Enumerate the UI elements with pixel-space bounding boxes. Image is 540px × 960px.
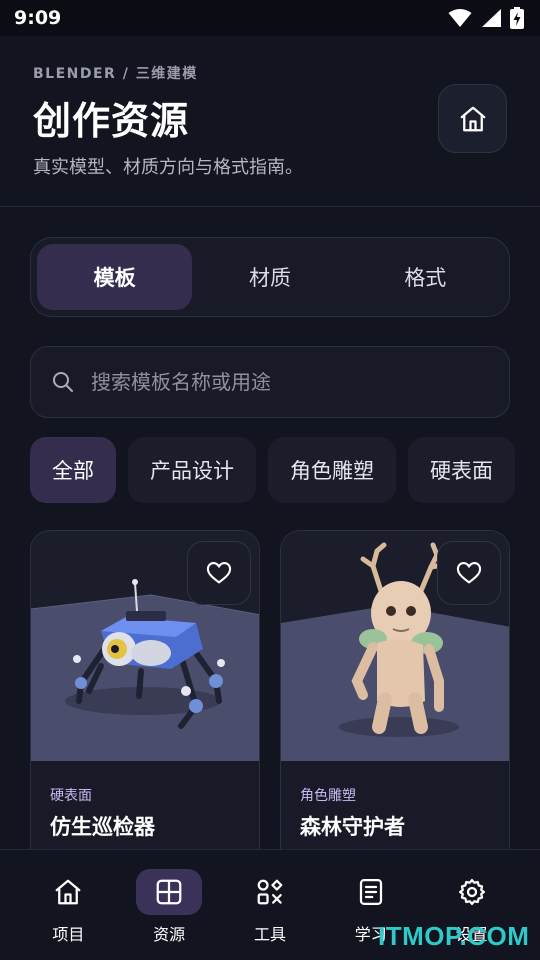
nav-label: 工具: [253, 925, 286, 944]
status-icons: [448, 7, 524, 29]
card-title: 森林守护者: [300, 815, 405, 839]
document-icon: [359, 879, 382, 905]
header: BLENDER / 三维建模 创作资源 真实模型、材质方向与格式指南。: [0, 36, 540, 207]
nav-item-resources[interactable]: 资源: [124, 850, 214, 960]
favorite-button[interactable]: [187, 541, 251, 605]
card-category: 硬表面: [50, 788, 92, 804]
chip-hard-surface[interactable]: 硬表面: [408, 437, 515, 503]
watermark: ITMOP.COM: [378, 921, 530, 951]
tab-materials[interactable]: 材质: [192, 244, 347, 310]
chip-character-sculpt[interactable]: 角色雕塑: [268, 437, 396, 503]
nav-item-tools[interactable]: 工具: [225, 850, 315, 960]
card-category: 角色雕塑: [300, 788, 356, 804]
search-bar[interactable]: [30, 346, 510, 418]
tab-formats[interactable]: 格式: [348, 244, 503, 310]
heart-icon: [456, 562, 482, 584]
favorite-button[interactable]: [437, 541, 501, 605]
page-title: 创作资源: [33, 99, 190, 143]
heart-icon: [206, 562, 232, 584]
status-bar: 9:09: [0, 0, 540, 36]
card-title: 仿生巡检器: [50, 815, 155, 839]
chip-product-design[interactable]: 产品设计: [128, 437, 256, 503]
nav-label: 项目: [52, 925, 85, 944]
gear-icon: [458, 879, 485, 905]
nav-item-projects[interactable]: 项目: [23, 850, 113, 960]
battery-charging-icon: [510, 7, 524, 29]
breadcrumb: BLENDER / 三维建模: [33, 66, 198, 82]
page-subtitle: 真实模型、材质方向与格式指南。: [33, 157, 303, 178]
home-icon: [460, 106, 485, 131]
template-card[interactable]: 硬表面 仿生巡检器: [30, 530, 260, 870]
search-icon: [51, 370, 75, 394]
grid-icon: [156, 879, 182, 905]
nav-label: 资源: [153, 925, 186, 944]
template-card[interactable]: 角色雕塑 森林守护者: [280, 530, 510, 870]
home-icon: [56, 879, 81, 905]
resource-type-tabs: 模板 材质 格式: [30, 237, 510, 317]
category-filter: 全部 产品设计 角色雕塑 硬表面: [30, 437, 540, 503]
signal-icon: [482, 9, 501, 27]
home-button[interactable]: [438, 84, 507, 153]
tools-icon: [257, 879, 283, 905]
tab-templates[interactable]: 模板: [37, 244, 193, 310]
chip-all[interactable]: 全部: [30, 437, 116, 503]
status-time: 9:09: [14, 7, 62, 29]
search-input[interactable]: [91, 370, 471, 394]
wifi-icon: [448, 9, 472, 27]
